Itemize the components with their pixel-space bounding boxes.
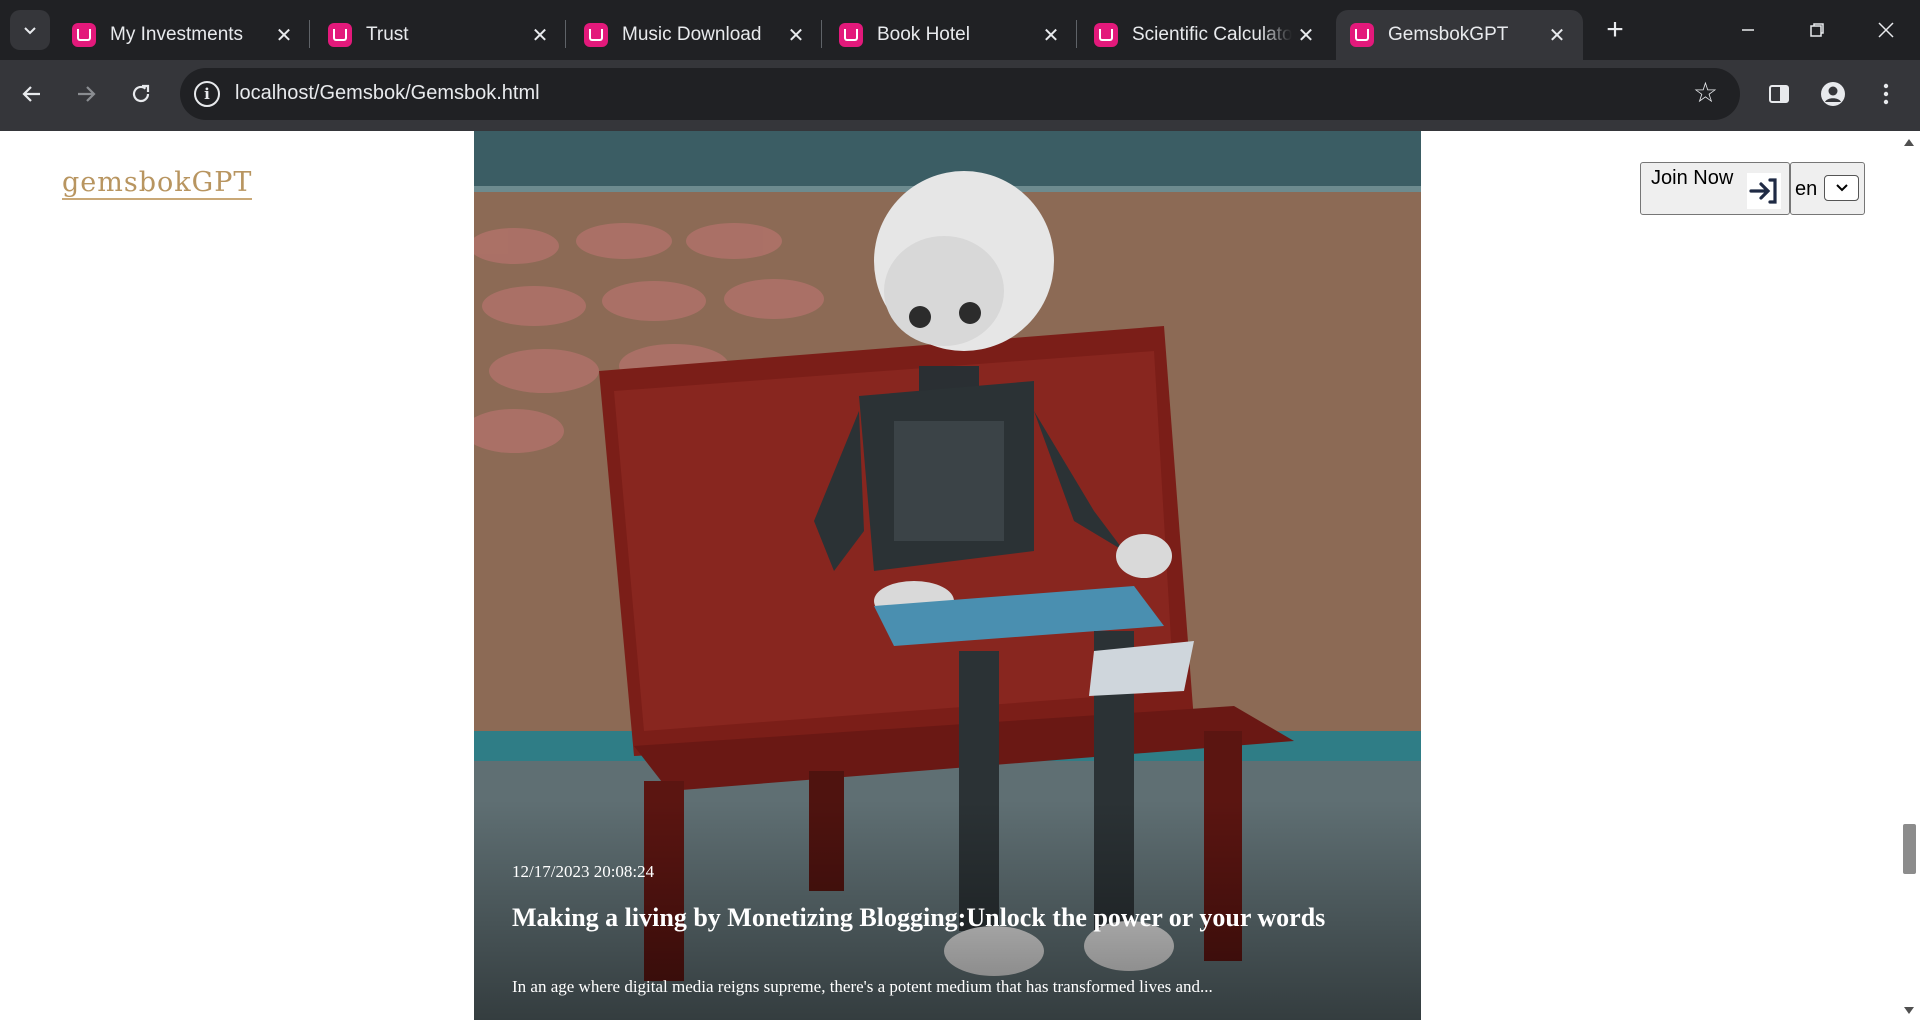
join-now-button[interactable]: Join Now	[1640, 162, 1790, 215]
page-content: gemsbokGPT 12/17/2023 20:08:24 Making a …	[0, 131, 1920, 1020]
page-scrollbar[interactable]	[1898, 131, 1920, 1020]
address-bar[interactable]: i localhost/Gemsbok/Gemsbok.html ☆	[180, 68, 1740, 120]
post-date: 12/17/2023 20:08:24	[512, 862, 655, 881]
info-icon[interactable]: i	[194, 81, 220, 107]
join-now-label: Join Now	[1651, 167, 1734, 189]
restore-button[interactable]	[1797, 10, 1837, 50]
profile-button[interactable]	[1813, 74, 1853, 114]
back-button[interactable]	[12, 74, 52, 114]
new-tab-button[interactable]: +	[1597, 12, 1633, 48]
profile-icon	[1821, 82, 1845, 106]
arrow-left-icon	[22, 86, 40, 102]
tab-gemsbokgpt[interactable]: GemsbokGPT ✕	[1336, 10, 1583, 60]
minimize-button[interactable]	[1728, 10, 1768, 50]
site-favicon-icon	[839, 23, 863, 47]
featured-post-card[interactable]: 12/17/2023 20:08:24 Making a living by M…	[474, 131, 1421, 1020]
scrollbar-thumb[interactable]	[1903, 824, 1916, 874]
star-icon[interactable]: ☆	[1693, 79, 1718, 107]
tab-title: Music Download	[622, 24, 762, 45]
scroll-down-arrow-icon[interactable]	[1904, 1007, 1914, 1014]
tab-title: My Investments	[110, 24, 244, 45]
tab-search-button[interactable]	[10, 10, 50, 50]
chevron-down-icon	[24, 27, 36, 35]
site-favicon-icon	[1350, 23, 1374, 47]
tab-book-hotel[interactable]: Book Hotel ✕	[825, 10, 1077, 60]
tab-title: Trust	[366, 24, 409, 45]
tab-title: Scientific Calculator	[1132, 24, 1292, 45]
sign-in-icon	[1747, 173, 1781, 209]
close-tab-icon[interactable]: ✕	[526, 21, 554, 49]
site-favicon-icon	[584, 23, 608, 47]
minimize-icon	[1742, 29, 1754, 31]
scroll-up-arrow-icon[interactable]	[1904, 139, 1914, 146]
reload-button[interactable]	[121, 74, 161, 114]
tab-scientific-calculator[interactable]: Scientific Calculator ✕	[1080, 10, 1332, 60]
tab-music-download[interactable]: Music Download ✕	[570, 10, 822, 60]
browser-menu-button[interactable]	[1866, 74, 1906, 114]
site-logo[interactable]: gemsbokGPT	[62, 168, 253, 200]
close-icon	[1878, 22, 1894, 38]
browser-toolbar: i localhost/Gemsbok/Gemsbok.html ☆	[0, 60, 1920, 131]
site-favicon-icon	[72, 23, 96, 47]
tab-trust[interactable]: Trust ✕	[314, 10, 566, 60]
url-text[interactable]: localhost/Gemsbok/Gemsbok.html	[235, 82, 540, 105]
close-tab-icon[interactable]: ✕	[1037, 21, 1065, 49]
close-tab-icon[interactable]: ✕	[782, 21, 810, 49]
close-tab-icon[interactable]: ✕	[1292, 21, 1320, 49]
tab-my-investments[interactable]: My Investments ✕	[58, 10, 310, 60]
tab-strip: My Investments ✕ Trust ✕ Music Download …	[0, 0, 1920, 60]
post-title[interactable]: Making a living by Monetizing Blogging:U…	[512, 903, 1325, 933]
language-dropdown[interactable]	[1824, 175, 1859, 201]
tab-title: Book Hotel	[877, 24, 970, 45]
forward-button[interactable]	[66, 74, 106, 114]
side-panel-icon	[1769, 85, 1789, 103]
site-favicon-icon	[328, 23, 352, 47]
close-tab-icon[interactable]: ✕	[270, 21, 298, 49]
reload-icon	[132, 84, 150, 103]
language-selector[interactable]: en	[1790, 162, 1865, 215]
post-excerpt: In an age where digital media reigns sup…	[512, 977, 1213, 996]
chevron-down-icon	[1835, 184, 1848, 192]
tab-title: GemsbokGPT	[1388, 24, 1509, 45]
close-window-button[interactable]	[1866, 10, 1906, 50]
site-favicon-icon	[1094, 23, 1118, 47]
kebab-menu-icon	[1883, 83, 1889, 105]
language-code: en	[1795, 178, 1818, 200]
arrow-right-icon	[78, 86, 96, 102]
side-panel-button[interactable]	[1759, 74, 1799, 114]
close-tab-icon[interactable]: ✕	[1543, 21, 1571, 49]
restore-icon	[1810, 23, 1824, 37]
